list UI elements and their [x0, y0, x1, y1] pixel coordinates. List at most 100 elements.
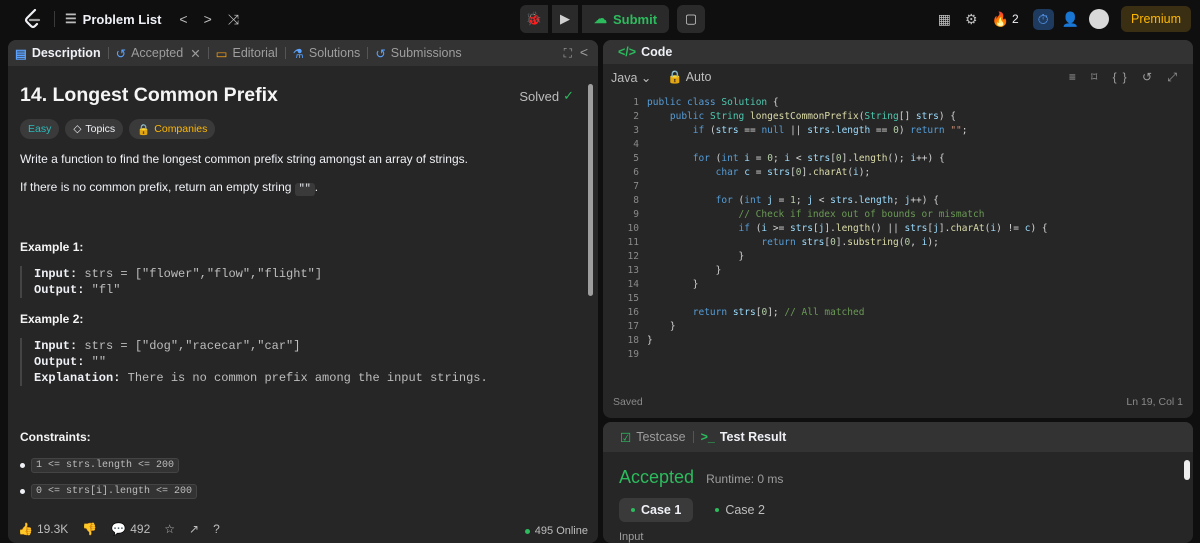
- solved-status: Solved ✓: [519, 88, 574, 104]
- bullet: [20, 463, 25, 468]
- auto-mode[interactable]: 🔒 Auto: [667, 70, 711, 85]
- result-tabs: ☑ Testcase >_ Test Result: [603, 422, 1193, 452]
- description-text-2: If there is no common prefix, return an …: [20, 180, 319, 196]
- cursor-position: Ln 19, Col 1: [1126, 396, 1183, 408]
- description-content: 14. Longest Common Prefix Solved ✓ Easy …: [8, 66, 598, 517]
- example-2-title: Example 2:: [20, 312, 84, 326]
- example-1-title: Example 1:: [20, 240, 84, 254]
- flask-icon: ⚗: [292, 46, 304, 61]
- add-friend-icon[interactable]: 👤: [1062, 11, 1079, 28]
- editor-status-bar: Saved Ln 19, Col 1: [613, 396, 1183, 408]
- tag-icon: ◇: [73, 123, 82, 135]
- document-icon: ▤: [15, 46, 27, 61]
- top-bar: ☰ Problem List < > ⤨ 🐞 ▶ ☁ Submit ▢ ▦ ⚙ …: [0, 0, 1200, 38]
- code-editor[interactable]: public class Solution { public String lo…: [647, 96, 1187, 348]
- bullet: [20, 489, 25, 494]
- constraints-title: Constraints:: [20, 430, 91, 444]
- line-numbers: 1 2 3 4 5 6 7 8 9 10 11 12 13 14 15 16 17 18 19: [627, 97, 639, 360]
- tab-testcase[interactable]: ☑ Testcase: [613, 430, 693, 445]
- pass-dot-icon: [715, 508, 720, 512]
- premium-button[interactable]: Premium: [1120, 6, 1191, 32]
- help-button[interactable]: ?: [213, 522, 220, 536]
- tab-test-result[interactable]: >_ Test Result: [694, 430, 794, 444]
- tab-solutions[interactable]: ⚗ Solutions: [286, 46, 368, 61]
- timer-icon[interactable]: ⏱: [1032, 8, 1054, 30]
- shuffle-icon[interactable]: ⤨: [228, 11, 239, 28]
- prev-problem-icon[interactable]: <: [179, 11, 187, 27]
- code-toolbar: Java ⌄ 🔒 Auto ≡ ⌑ {} ↺ ⤢: [603, 66, 1193, 88]
- example-1-block: Input: strs = ["flower","flow","flight"]…: [20, 266, 580, 298]
- difficulty-badge: Easy: [20, 119, 60, 139]
- share-button[interactable]: ↗: [189, 522, 199, 536]
- case-2-tab[interactable]: Case 2: [703, 498, 777, 522]
- list-icon: ☰: [65, 11, 77, 26]
- tab-submissions[interactable]: ↺ Submissions: [368, 46, 468, 61]
- constraint-item: 1 <= strs.length <= 200: [20, 458, 180, 473]
- pass-dot-icon: [631, 508, 635, 512]
- description-panel: ▤ Description ↺ Accepted ✕ ▭ Editorial ⚗…: [8, 40, 598, 543]
- next-problem-icon[interactable]: >: [204, 11, 212, 27]
- tab-code[interactable]: </> Code: [611, 45, 679, 59]
- result-scrollbar[interactable]: [1183, 452, 1191, 537]
- question-icon: ?: [213, 522, 220, 536]
- comments-button[interactable]: 💬 492: [111, 522, 150, 536]
- favorite-button[interactable]: ☆: [164, 522, 175, 536]
- close-icon[interactable]: ✕: [190, 46, 200, 61]
- code-tabs: </> Code: [603, 40, 1193, 64]
- notes-icon[interactable]: ▢: [677, 5, 706, 33]
- online-dot-icon: [524, 528, 530, 534]
- description-tabs: ▤ Description ↺ Accepted ✕ ▭ Editorial ⚗…: [8, 40, 598, 66]
- scroll-thumb[interactable]: [1184, 460, 1190, 480]
- test-result-panel: ☑ Testcase >_ Test Result Accepted Runti…: [603, 422, 1193, 543]
- code-icon: </>: [618, 45, 637, 59]
- lock-icon: 🔒: [137, 123, 151, 136]
- history-icon: ↺: [115, 46, 127, 61]
- avatar[interactable]: [1088, 9, 1109, 29]
- star-icon: ☆: [164, 522, 176, 536]
- description-scrollbar[interactable]: [588, 84, 593, 296]
- editor-tools-icon[interactable]: ≡ ⌑ {} ↺ ⤢: [1069, 70, 1183, 85]
- case-tabs: Case 1 Case 2: [619, 498, 777, 522]
- layout-icon[interactable]: ▦: [938, 11, 951, 28]
- history-icon: ↺: [375, 46, 386, 61]
- settings-gear-icon[interactable]: ⚙: [965, 11, 978, 28]
- checkbox-icon: ☑: [620, 430, 632, 445]
- tab-description[interactable]: ▤ Description: [8, 46, 108, 61]
- run-button[interactable]: ▶: [552, 5, 578, 33]
- leetcode-logo-icon[interactable]: [22, 8, 44, 30]
- comment-icon: 💬: [111, 522, 127, 536]
- online-count: 495 Online: [524, 525, 588, 537]
- language-select[interactable]: Java ⌄: [611, 70, 651, 85]
- tab-accepted[interactable]: ↺ Accepted ✕: [109, 46, 208, 61]
- topics-badge[interactable]: ◇ Topics: [65, 119, 124, 139]
- result-status: Accepted Runtime: 0 ms: [619, 467, 784, 487]
- share-icon: ↗: [189, 522, 200, 536]
- divider: [54, 11, 55, 27]
- dislike-button[interactable]: 👎: [82, 522, 97, 536]
- thumbs-down-icon: 👎: [82, 522, 98, 536]
- submit-button[interactable]: ☁ Submit: [582, 5, 670, 33]
- thumbs-up-icon: 👍: [18, 522, 33, 536]
- problem-list-button[interactable]: ☰ Problem List: [65, 11, 161, 27]
- runtime-label: Runtime: 0 ms: [706, 472, 784, 486]
- streak-counter[interactable]: 🔥 2: [992, 11, 1019, 28]
- case-1-tab[interactable]: Case 1: [619, 498, 694, 522]
- code-panel: </> Code Java ⌄ 🔒 Auto ≡ ⌑ {} ↺ ⤢ 123456…: [603, 40, 1193, 418]
- page-title: 14. Longest Common Prefix: [20, 84, 278, 106]
- debug-icon[interactable]: 🐞: [520, 5, 548, 33]
- companies-badge[interactable]: 🔒 Companies: [129, 119, 216, 139]
- check-circle-icon: ✓: [563, 88, 574, 103]
- constraint-item: 0 <= strs[i].length <= 200: [20, 484, 198, 499]
- collapse-icon[interactable]: <: [580, 44, 588, 60]
- example-2-block: Input: strs = ["dog","racecar","car"] Ou…: [20, 338, 580, 386]
- tab-editorial[interactable]: ▭ Editorial: [209, 46, 285, 61]
- book-icon: ▭: [215, 46, 228, 61]
- expand-icon[interactable]: ⛶: [564, 46, 572, 61]
- terminal-icon: >_: [700, 430, 715, 444]
- like-button[interactable]: 👍 19.3K: [18, 522, 68, 536]
- save-status: Saved: [613, 396, 643, 408]
- upload-cloud-icon: ☁: [594, 11, 607, 26]
- badge-row: Easy ◇ Topics 🔒 Companies: [20, 119, 216, 139]
- fire-icon: 🔥: [991, 10, 1009, 27]
- description-text: Write a function to find the longest com…: [20, 152, 468, 166]
